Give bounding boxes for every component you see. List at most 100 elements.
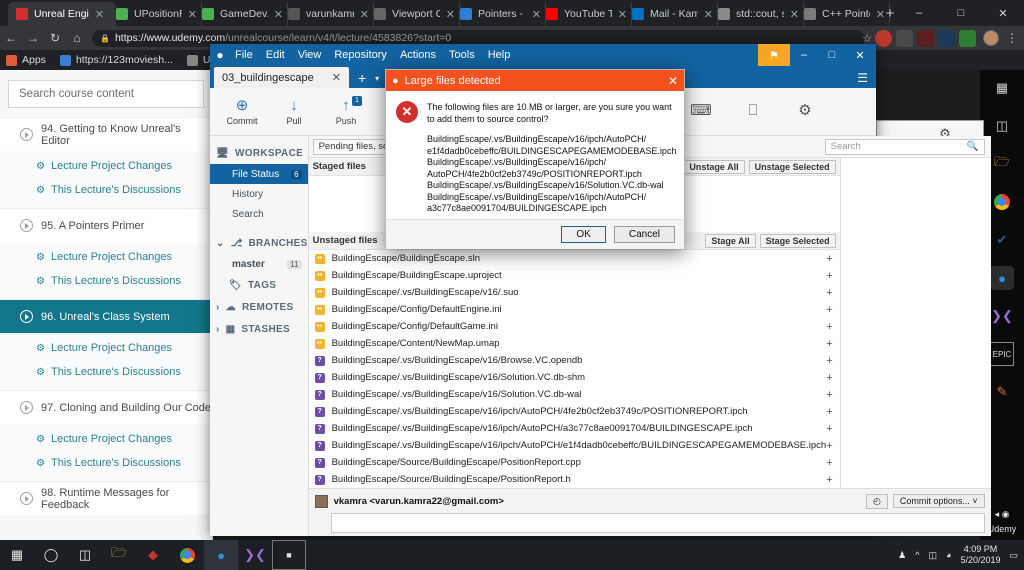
- lecture-link-1-1[interactable]: ⚙ This Lecture's Discussions: [0, 269, 212, 293]
- stage-file-button[interactable]: +: [826, 457, 832, 469]
- branches-group[interactable]: ⌄ ⎇ BRANCHES: [210, 232, 308, 254]
- sidebar-item-lecture-3[interactable]: 97. Cloning and Building Our Code: [0, 390, 212, 424]
- home-icon[interactable]: ⌂: [66, 31, 88, 45]
- forward-icon[interactable]: →: [22, 31, 44, 45]
- stage-file-button[interactable]: +: [826, 474, 832, 486]
- steam-icon[interactable]: ✔: [990, 228, 1014, 252]
- unstage-all-button[interactable]: Unstage All: [683, 159, 745, 174]
- cortana-icon[interactable]: ◯: [34, 540, 68, 570]
- unstaged-file-row[interactable]: ? BuildingEscape/Source/BuildingEscape/Po…: [309, 471, 840, 488]
- sidebar-item-history[interactable]: History: [210, 184, 308, 204]
- adblock-icon[interactable]: [875, 29, 892, 47]
- menu-view[interactable]: View: [298, 49, 322, 61]
- stage-file-button[interactable]: +: [826, 372, 832, 384]
- tags-group[interactable]: 🏷 TAGS: [210, 274, 308, 296]
- pencil-icon[interactable]: ✎: [990, 380, 1014, 404]
- unstaged-file-row[interactable]: ? BuildingEscape/.vs/BuildingEscape/v16/S…: [309, 369, 840, 386]
- lecture-link-0-0[interactable]: ⚙ Lecture Project Changes: [0, 154, 212, 178]
- st-minimize-button[interactable]: –: [790, 44, 818, 66]
- close-button[interactable]: ✕: [982, 0, 1024, 26]
- toolbar-pull-button[interactable]: ↓ Pull: [268, 97, 320, 126]
- browser-tab-4[interactable]: Viewport Co✕: [366, 2, 460, 26]
- maximize-button[interactable]: □: [940, 0, 982, 26]
- unstaged-file-row[interactable]: ? BuildingEscape/.vs/BuildingEscape/v16/B…: [309, 352, 840, 369]
- lecture-link-2-1[interactable]: ⚙ This Lecture's Discussions: [0, 360, 212, 384]
- menu-repository[interactable]: Repository: [334, 49, 387, 61]
- unstaged-file-row[interactable]: •• BuildingEscape/.vs/BuildingEscape/v16/…: [309, 284, 840, 301]
- clock[interactable]: 4:09 PM 5/20/2019: [960, 544, 1000, 566]
- chrome-menu-icon[interactable]: ⋮: [1006, 31, 1018, 45]
- battery-icon[interactable]: ◫: [928, 550, 937, 561]
- notification-icon[interactable]: ▭: [1009, 550, 1018, 561]
- browser-tab-2[interactable]: GameDev.tv✕: [194, 2, 288, 26]
- lecture-link-3-0[interactable]: ⚙ Lecture Project Changes: [0, 427, 212, 451]
- unstaged-file-row[interactable]: ? BuildingEscape/Source/BuildingEscape/Po…: [309, 454, 840, 471]
- unstaged-file-row[interactable]: ? BuildingEscape/.vs/BuildingEscape/v16/i…: [309, 420, 840, 437]
- browser-tab-3[interactable]: varunkamra✕: [280, 2, 374, 26]
- unstaged-file-row[interactable]: •• BuildingEscape/BuildingEscape.uproject…: [309, 267, 840, 284]
- cancel-button[interactable]: Cancel: [613, 226, 675, 243]
- stage-file-button[interactable]: +: [826, 389, 832, 401]
- money-icon[interactable]: [959, 29, 976, 47]
- chrome-icon[interactable]: [990, 190, 1014, 214]
- sourcetree-icon[interactable]: ●: [204, 540, 238, 570]
- menu-tools[interactable]: Tools: [449, 49, 475, 61]
- close-icon[interactable]: ✕: [668, 74, 678, 88]
- unreal-icon[interactable]: ◆: [136, 540, 170, 570]
- browser-tab-7[interactable]: Mail - Kamra✕: [624, 2, 718, 26]
- flag-icon[interactable]: ⚑: [758, 44, 790, 66]
- sidebar-item-search[interactable]: Search: [210, 204, 308, 224]
- chevron-down-icon[interactable]: ▾: [375, 74, 379, 83]
- sidebar-item-lecture-1[interactable]: 95. A Pointers Primer: [0, 208, 212, 242]
- taskview-icon[interactable]: ◫: [990, 114, 1014, 138]
- remotes-group[interactable]: › ☁ REMOTES: [210, 296, 308, 318]
- pdf-icon[interactable]: [917, 29, 934, 47]
- gear-icon[interactable]: [896, 29, 913, 47]
- unstaged-file-row[interactable]: ? BuildingEscape/.vs/BuildingEscape/v16/i…: [309, 403, 840, 420]
- unstaged-file-row[interactable]: ? BuildingEscape/.vs/BuildingEscape/v16/S…: [309, 386, 840, 403]
- explorer-icon[interactable]: 🗁: [102, 540, 136, 570]
- menu-edit[interactable]: Edit: [266, 49, 285, 61]
- new-tab-button[interactable]: +: [880, 4, 900, 24]
- folder-icon[interactable]: 🗁: [990, 152, 1014, 176]
- lecture-link-3-1[interactable]: ⚙ This Lecture's Discussions: [0, 451, 212, 475]
- chrome-icon[interactable]: [170, 540, 204, 570]
- sidebar-item-lecture-4[interactable]: 98. Runtime Messages for Feedback: [0, 481, 212, 515]
- unstaged-file-row[interactable]: •• BuildingEscape/Content/NewMap.umap +: [309, 335, 840, 352]
- bookmark-0[interactable]: Apps: [6, 54, 46, 66]
- reload-icon[interactable]: ↻: [44, 31, 66, 45]
- lecture-link-1-0[interactable]: ⚙ Lecture Project Changes: [0, 245, 212, 269]
- unstaged-file-row[interactable]: •• BuildingEscape/Config/DefaultEngine.in…: [309, 301, 840, 318]
- settings-icon[interactable]: ⚙: [779, 102, 831, 121]
- unstage-selected-button[interactable]: Unstage Selected: [748, 159, 836, 174]
- close-icon[interactable]: ✕: [332, 71, 341, 84]
- stashes-group[interactable]: › ▦ STASHES: [210, 318, 308, 340]
- stage-file-button[interactable]: +: [826, 321, 832, 333]
- ok-button[interactable]: OK: [561, 226, 606, 243]
- sidebar-item-file-status[interactable]: File Status 6: [210, 164, 308, 184]
- vscode-icon[interactable]: ❯❮: [238, 540, 272, 570]
- stage-file-button[interactable]: +: [826, 304, 832, 316]
- unstaged-file-row[interactable]: •• BuildingEscape/BuildingEscape.sln +: [309, 250, 840, 267]
- avatar[interactable]: [983, 30, 999, 46]
- unstaged-files-list[interactable]: •• BuildingEscape/BuildingEscape.sln + •• Bu…: [309, 250, 840, 488]
- unstaged-file-row[interactable]: ? BuildingEscape/.vs/BuildingEscape/v16/i…: [309, 437, 840, 454]
- stage-file-button[interactable]: +: [826, 270, 832, 282]
- search-input[interactable]: Search course content: [8, 80, 204, 108]
- workspace-group[interactable]: 🖥 WORKSPACE: [210, 142, 308, 164]
- browser-tab-8[interactable]: std::cout, std✕: [710, 2, 804, 26]
- commit-message-input[interactable]: [330, 513, 985, 533]
- browser-tab-0[interactable]: Unreal Engi ✕: [8, 2, 116, 26]
- explorer-icon[interactable]: ⎕: [727, 102, 779, 121]
- toolbar-push-button[interactable]: ↑ 1 Push: [320, 96, 372, 126]
- stage-file-button[interactable]: +: [826, 406, 832, 418]
- browser-tab-1[interactable]: UPositionRe✕: [108, 2, 202, 26]
- sourcetree-icon[interactable]: ●: [990, 266, 1014, 290]
- branch-master[interactable]: master 11: [210, 254, 308, 274]
- close-icon[interactable]: ✕: [95, 8, 104, 21]
- add-tab-button[interactable]: +: [358, 70, 366, 86]
- hamburger-icon[interactable]: ☰: [857, 71, 868, 85]
- wifi-icon[interactable]: ◕: [946, 550, 951, 560]
- browser-tab-6[interactable]: YouTube TV✕: [538, 2, 632, 26]
- stage-file-button[interactable]: +: [826, 287, 832, 299]
